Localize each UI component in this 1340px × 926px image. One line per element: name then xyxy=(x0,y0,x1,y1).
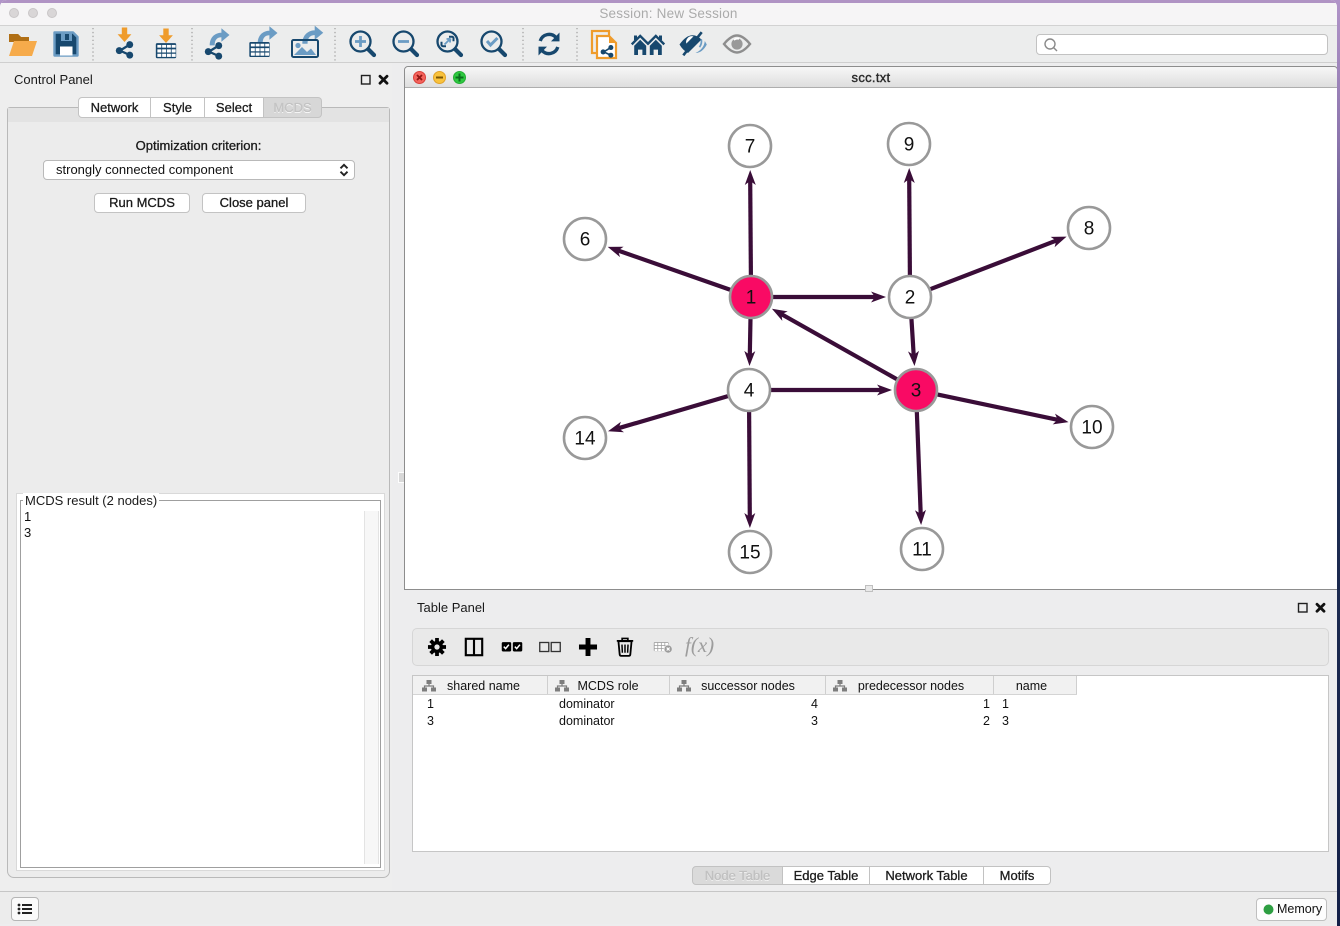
svg-text:11: 11 xyxy=(912,540,932,561)
svg-text:7: 7 xyxy=(745,137,756,158)
svg-text:1: 1 xyxy=(746,288,757,309)
svg-text:6: 6 xyxy=(580,230,591,251)
svg-text:2: 2 xyxy=(905,288,916,309)
svg-text:10: 10 xyxy=(1081,418,1102,439)
svg-text:4: 4 xyxy=(744,381,755,402)
svg-text:3: 3 xyxy=(911,381,922,402)
svg-text:9: 9 xyxy=(904,135,915,156)
svg-text:14: 14 xyxy=(574,429,596,450)
svg-text:8: 8 xyxy=(1084,219,1095,240)
svg-text:15: 15 xyxy=(739,543,760,564)
